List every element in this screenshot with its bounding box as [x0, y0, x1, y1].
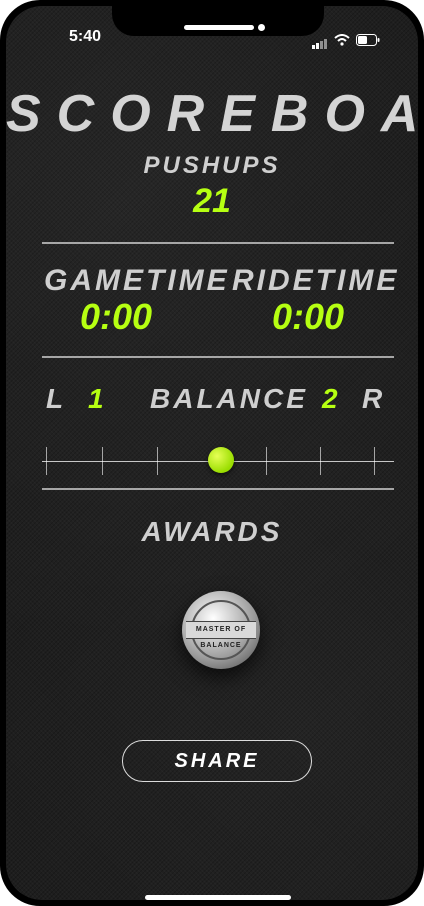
medal-band: MASTER OF BALANCE	[186, 621, 256, 649]
balance-right-label: R	[362, 383, 386, 414]
gametime-label: GAMETIME	[44, 264, 230, 297]
signal-icon	[312, 30, 328, 49]
balance-tick	[320, 447, 321, 475]
divider-3	[42, 488, 394, 490]
balance-right-value: 2	[322, 383, 338, 414]
balance-tick	[102, 447, 103, 475]
status-time: 5:40	[69, 28, 102, 45]
balance-indicator-ball	[208, 447, 234, 473]
pushups-value: 21	[193, 182, 231, 220]
balance-left-label: L	[46, 383, 67, 414]
balance-label: BALANCE	[150, 383, 308, 414]
speaker	[184, 25, 254, 30]
status-icons	[312, 30, 380, 49]
gametime-value: 0:00	[80, 296, 153, 337]
camera	[258, 24, 265, 31]
page-title: SCOREBOARD	[6, 85, 418, 143]
divider-1	[42, 242, 394, 244]
wifi-icon	[334, 33, 350, 46]
balance-tick	[374, 447, 375, 475]
award-medal-icon[interactable]: MASTER OF BALANCE	[182, 591, 260, 669]
balance-tick	[46, 447, 47, 475]
balance-tick	[157, 447, 158, 475]
phone-frame: 5:40 SCOREBOARD PUSHUPS 21 GAMETIME 0:00…	[0, 0, 424, 906]
pushups-label: PUSHUPS	[143, 152, 281, 179]
balance-left-value: 1	[88, 383, 104, 414]
app-screen: 5:40 SCOREBOARD PUSHUPS 21 GAMETIME 0:00…	[6, 6, 418, 900]
share-button[interactable]: SHARE	[122, 740, 312, 782]
balance-tick	[266, 447, 267, 475]
medal-text: MASTER OF BALANCE	[195, 626, 247, 649]
notch	[112, 6, 324, 36]
ridetime-label: RIDETIME	[232, 264, 400, 297]
awards-label: AWARDS	[141, 516, 283, 547]
divider-2	[42, 356, 394, 358]
battery-icon	[356, 33, 380, 46]
home-indicator[interactable]	[145, 895, 291, 900]
ridetime-value: 0:00	[272, 296, 345, 337]
